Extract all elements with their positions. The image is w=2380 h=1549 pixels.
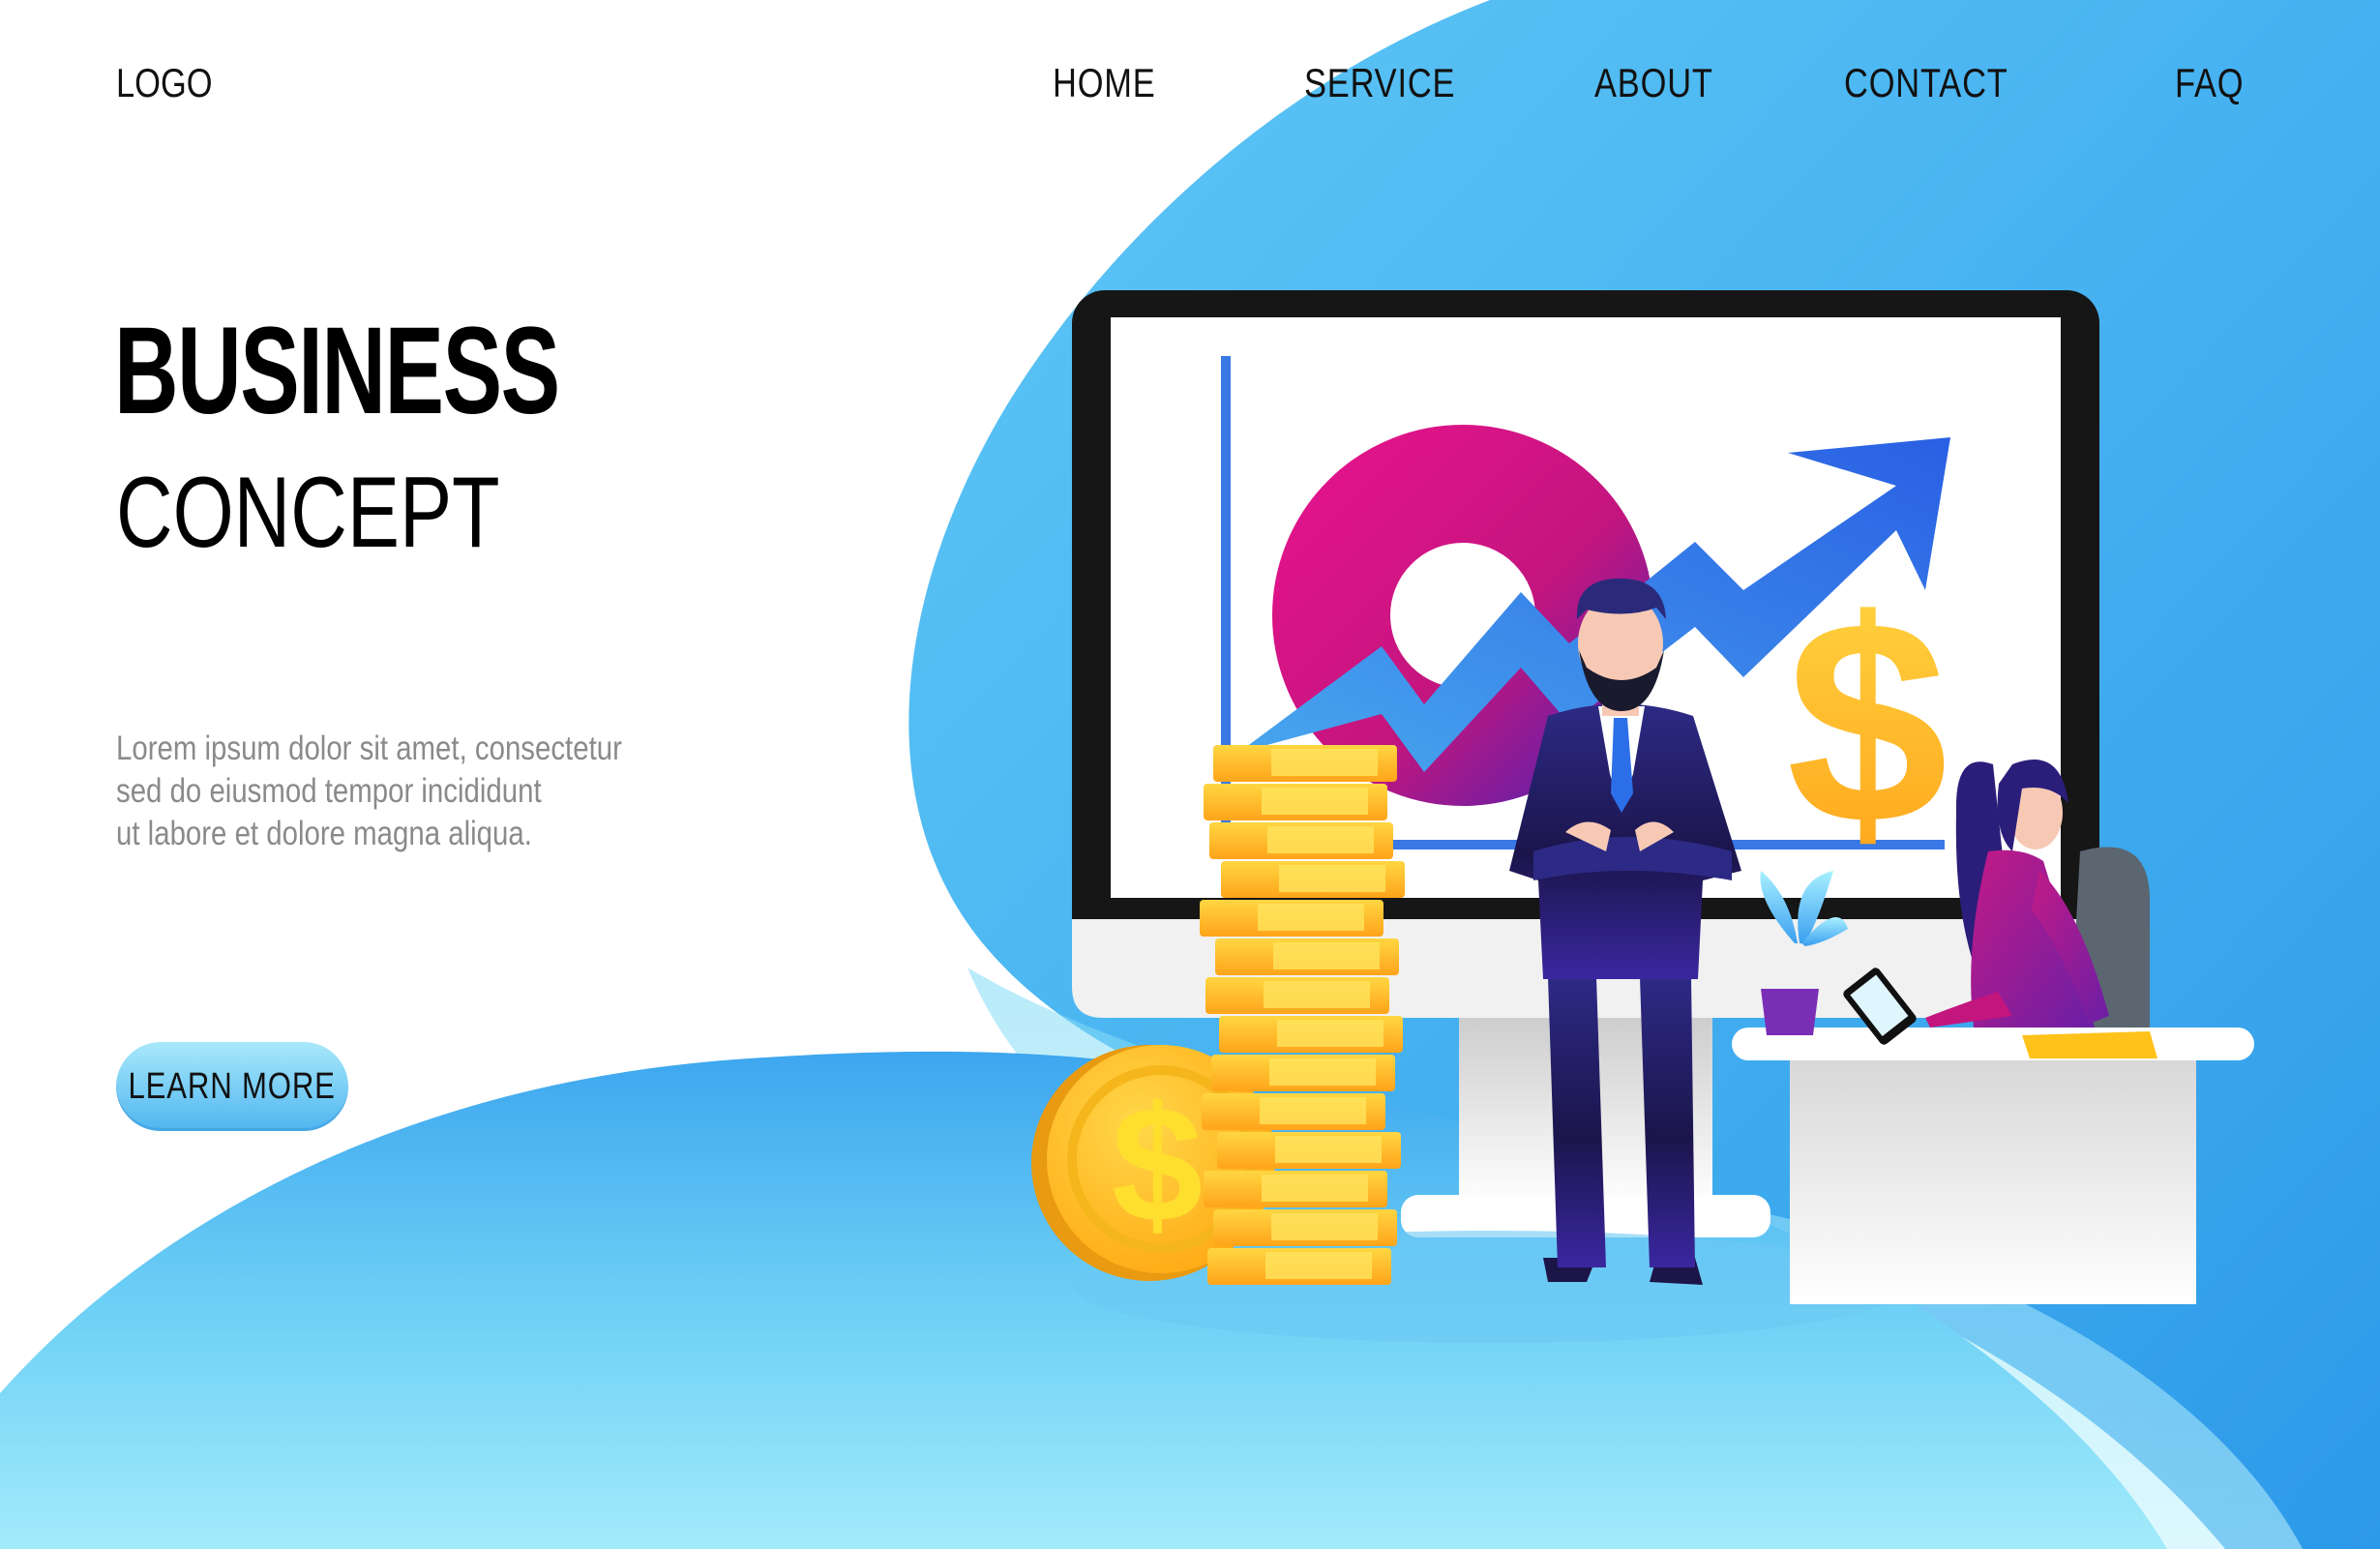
stacked-coin-shine [1279,865,1385,892]
nav-home[interactable]: HOME [1053,60,1156,106]
coin-dollar-sign: $ [1112,1073,1204,1257]
stacked-coin-shine [1271,749,1378,776]
nav-service[interactable]: SERVICE [1304,60,1455,106]
nav-about[interactable]: ABOUT [1594,60,1713,106]
stacked-coin-shine [1262,788,1368,815]
hero-title: BUSINESS [114,302,560,440]
stacked-coin-shine [1264,981,1370,1008]
stacked-coin-shine [1269,1058,1376,1086]
logo[interactable]: LOGO [116,60,213,106]
nav-contact[interactable]: CONTACT [1844,60,2008,106]
learn-more-label: LEARN MORE [128,1065,337,1107]
stacked-coin-shine [1277,1020,1383,1047]
dollar-sign-icon: $ [1787,559,1949,884]
hero-description-line: Lorem ipsum dolor sit amet, consectetur [116,730,622,767]
hero-description-line: ut labore et dolore magna aliqua. [116,815,532,852]
stacked-coin-shine [1265,1252,1372,1279]
hero-subtitle: CONCEPT [116,457,500,569]
hero-description: Lorem ipsum dolor sit amet, consectetur … [116,728,733,855]
stacked-coin-shine [1271,1213,1378,1240]
stacked-coin-shine [1273,942,1380,969]
desk [1732,1028,2254,1304]
stacked-coin-shine [1260,1097,1366,1124]
stacked-coin-shine [1275,1136,1382,1163]
stacked-coin-shine [1267,826,1374,853]
stacked-coin-shine [1262,1175,1368,1202]
stacked-coin-shine [1258,904,1364,931]
nav-faq[interactable]: FAQ [2175,60,2244,106]
learn-more-button[interactable]: LEARN MORE [116,1042,348,1131]
hero-description-line: sed do eiusmod tempor incididunt [116,772,542,810]
